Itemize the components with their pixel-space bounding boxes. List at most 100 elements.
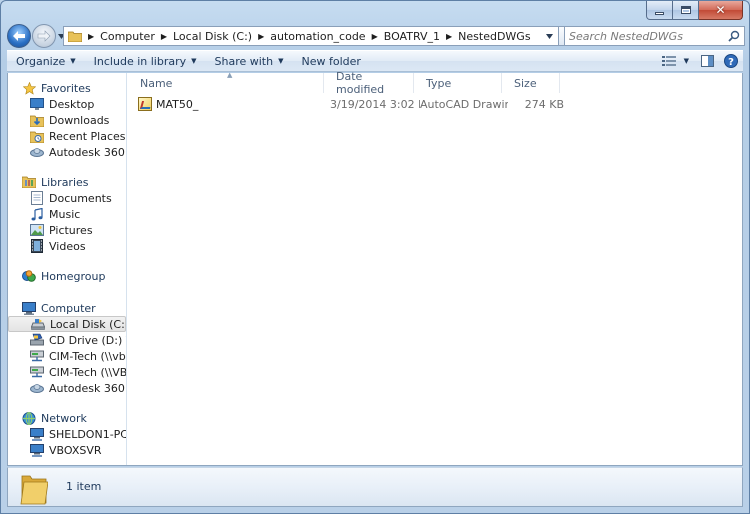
- nav-homegroup-label: Homegroup: [41, 269, 106, 283]
- help-button[interactable]: ?: [719, 51, 743, 71]
- nav-downloads-label: Downloads: [49, 113, 110, 127]
- nav-libraries-label: Libraries: [41, 175, 89, 189]
- back-arrow-icon: [13, 31, 25, 41]
- videos-icon: [30, 239, 44, 253]
- folder-icon: [20, 472, 49, 505]
- maximize-icon: [680, 6, 691, 14]
- nav-videos[interactable]: Videos: [8, 238, 126, 254]
- hard-disk-icon: [31, 317, 45, 331]
- nav-pictures[interactable]: Pictures: [8, 222, 126, 238]
- file-list[interactable]: ▲ Name Date modified Type Size MAT50_ 3/…: [128, 70, 742, 465]
- address-dropdown-button[interactable]: [540, 27, 558, 45]
- file-name: MAT50_: [156, 97, 199, 111]
- share-with-button[interactable]: Share with ▼: [206, 51, 293, 71]
- maximize-button[interactable]: [673, 1, 699, 20]
- nav-cd-drive-d[interactable]: CD Drive (D:) VirtualBox: [8, 332, 126, 348]
- computer-group: Computer Local Disk (C:) CD Drive (D:) V…: [8, 300, 126, 396]
- caption-buttons: ✕: [646, 1, 743, 20]
- include-in-library-label: Include in library: [93, 54, 187, 68]
- nav-pictures-label: Pictures: [49, 223, 93, 237]
- column-header-date-label: Date modified: [336, 70, 385, 96]
- minimize-button[interactable]: [646, 1, 673, 20]
- chevron-down-icon: ▼: [70, 57, 76, 65]
- nav-recent-places[interactable]: Recent Places: [8, 128, 126, 144]
- back-button[interactable]: [7, 24, 31, 48]
- share-with-label: Share with: [214, 54, 274, 68]
- favorites-group: Favorites Desktop Downloads Recent Place…: [8, 80, 126, 160]
- details-pane: 1 item: [7, 467, 743, 507]
- nav-music[interactable]: Music: [8, 206, 126, 222]
- folder-icon: [67, 31, 83, 42]
- breadcrumb-nesteddwgs[interactable]: NestedDWGs: [458, 30, 530, 43]
- preview-pane-button[interactable]: [695, 51, 719, 71]
- homegroup-group: Homegroup: [8, 268, 126, 284]
- include-in-library-button[interactable]: Include in library ▼: [85, 51, 206, 71]
- file-date-modified: 3/19/2014 3:02 PM: [330, 97, 420, 111]
- nav-cim-tech-vboxsrv[interactable]: CIM-Tech (\\vboxsrv): [8, 348, 126, 364]
- nav-sheldon1-pc[interactable]: SHELDON1-PC: [8, 426, 126, 442]
- navigation-pane[interactable]: Favorites Desktop Downloads Recent Place…: [8, 73, 127, 465]
- breadcrumb-separator-icon[interactable]: ▶: [372, 32, 378, 41]
- address-bar[interactable]: ▶ Computer ▶ Local Disk (C:) ▶ automatio…: [63, 26, 559, 46]
- change-view-button[interactable]: ▼: [656, 51, 695, 71]
- nav-documents-label: Documents: [49, 191, 112, 205]
- breadcrumb-local-disk[interactable]: Local Disk (C:): [173, 30, 252, 43]
- sort-ascending-icon: ▲: [227, 71, 233, 79]
- search-box[interactable]: [564, 26, 745, 46]
- network-drive-icon: [30, 365, 44, 379]
- libraries-icon: [22, 175, 36, 189]
- chevron-down-icon: ▼: [683, 57, 689, 65]
- breadcrumb-separator-icon[interactable]: ▶: [446, 32, 452, 41]
- close-button[interactable]: ✕: [699, 1, 743, 20]
- breadcrumb-automation-code[interactable]: automation_code: [270, 30, 365, 43]
- new-folder-button[interactable]: New folder: [292, 51, 369, 71]
- nav-libraries[interactable]: Libraries: [8, 174, 126, 190]
- nav-network-label: Network: [41, 411, 87, 425]
- breadcrumb-computer[interactable]: Computer: [100, 30, 155, 43]
- network-icon: [22, 411, 36, 425]
- file-type: AutoCAD Drawing: [420, 97, 508, 111]
- nav-desktop-label: Desktop: [49, 97, 95, 111]
- pictures-icon: [30, 223, 44, 237]
- cd-drive-icon: [30, 333, 44, 347]
- column-header-date-modified[interactable]: Date modified: [324, 70, 414, 96]
- autodesk-360-icon: [30, 145, 44, 159]
- search-input[interactable]: [569, 29, 725, 43]
- command-bar-right: ▼ ?: [656, 51, 743, 71]
- autodesk-360-icon: [30, 381, 44, 395]
- breadcrumb-boatrv[interactable]: BOATRV_1: [384, 30, 440, 43]
- network-group: Network SHELDON1-PC VBOXSVR: [8, 410, 126, 458]
- file-row[interactable]: MAT50_ 3/19/2014 3:02 PM AutoCAD Drawing…: [130, 95, 574, 113]
- nav-vboxsvr[interactable]: VBOXSVR: [8, 442, 126, 458]
- star-icon: [22, 81, 36, 95]
- nav-network[interactable]: Network: [8, 410, 126, 426]
- nav-homegroup[interactable]: Homegroup: [8, 268, 126, 284]
- nav-documents[interactable]: Documents: [8, 190, 126, 206]
- breadcrumb-separator-icon[interactable]: ▶: [161, 32, 167, 41]
- music-icon: [30, 207, 44, 221]
- nav-cim-tech-vboxsrv-label: CIM-Tech (\\vboxsrv): [49, 349, 126, 363]
- organize-button[interactable]: Organize ▼: [7, 51, 85, 71]
- nav-computer[interactable]: Computer: [8, 300, 126, 316]
- nav-desktop[interactable]: Desktop: [8, 96, 126, 112]
- breadcrumb-separator-icon[interactable]: ▶: [258, 32, 264, 41]
- column-header-size[interactable]: Size: [502, 73, 560, 93]
- explorer-window: ✕ ▶ Computer ▶ Local Disk (C:) ▶ automat…: [0, 0, 750, 514]
- search-icon[interactable]: [728, 30, 740, 45]
- nav-local-disk-c[interactable]: Local Disk (C:): [8, 316, 126, 332]
- nav-autodesk-360-computer[interactable]: Autodesk 360: [8, 380, 126, 396]
- svg-text:?: ?: [728, 57, 734, 68]
- breadcrumb-separator-icon[interactable]: ▶: [88, 32, 94, 41]
- nav-cim-tech-vboxsvr[interactable]: CIM-Tech (\\VBOXSVR): [8, 364, 126, 380]
- nav-favorites-label: Favorites: [41, 81, 91, 95]
- command-bar: Organize ▼ Include in library ▼ Share wi…: [7, 50, 743, 72]
- details-view-icon: [661, 56, 676, 66]
- nav-downloads[interactable]: Downloads: [8, 112, 126, 128]
- column-header-type[interactable]: Type: [414, 73, 502, 93]
- nav-autodesk-360[interactable]: Autodesk 360: [8, 144, 126, 160]
- nav-videos-label: Videos: [49, 239, 86, 253]
- column-header-name[interactable]: ▲ Name: [128, 71, 324, 93]
- nav-favorites[interactable]: Favorites: [8, 80, 126, 96]
- column-header-type-label: Type: [426, 76, 452, 90]
- forward-button[interactable]: [32, 24, 56, 48]
